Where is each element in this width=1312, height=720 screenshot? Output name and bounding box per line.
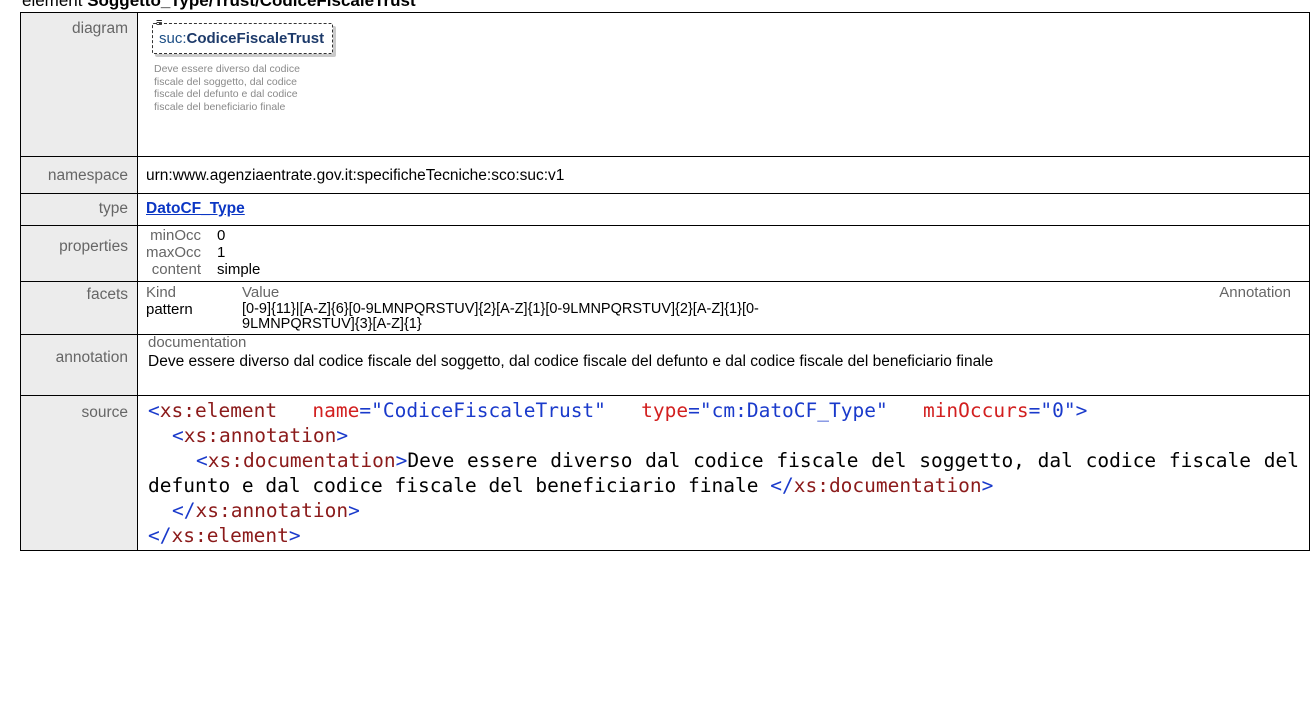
- diagram-documentation: Deve essere diverso dal codice fiscale d…: [154, 63, 324, 113]
- heading-prefix: element: [22, 0, 88, 10]
- source-attr-value: "cm:DatoCF_Type": [699, 399, 888, 422]
- property-row: minOcc 0: [146, 227, 260, 244]
- source-code: <xs:element name="CodiceFiscaleTrust" ty…: [138, 396, 1309, 550]
- namespace-value: urn:www.agenziaentrate.gov.it:specifiche…: [137, 156, 1310, 194]
- facets-header-annotation: Annotation: [1219, 284, 1291, 301]
- source-line: <xs:annotation>: [172, 424, 349, 447]
- source-row: source <xs:element name="CodiceFiscaleTr…: [20, 395, 1310, 551]
- facet-value-line: 9LMNPQRSTUV]{3}[A-Z]{1}: [242, 316, 422, 332]
- type-label: type: [20, 193, 138, 226]
- properties-label: properties: [20, 225, 138, 282]
- facet-value-line: [0-9]{11}|[A-Z]{6}[0-9LMNPQRSTUV]{2}[A-Z…: [242, 301, 759, 317]
- facet-kind: pattern: [146, 301, 193, 318]
- diagram-element-name: CodiceFiscaleTrust: [186, 30, 325, 47]
- diagram-doc-line: fiscale del beneficiario finale: [154, 100, 286, 113]
- source-tag: xs:documentation: [793, 474, 982, 497]
- property-value: 0: [217, 227, 226, 244]
- source-line: <xs:documentation>Deve essere diverso da…: [148, 449, 1299, 497]
- source-line: </xs:element>: [148, 524, 301, 547]
- source-tag: xs:annotation: [195, 499, 349, 522]
- property-key: content: [151, 261, 202, 278]
- type-row: type DatoCF_Type: [20, 193, 1310, 226]
- source-tag: xs:element: [159, 399, 278, 422]
- source-line: <xs:element name="CodiceFiscaleTrust" ty…: [148, 399, 1088, 422]
- property-key: minOcc: [150, 227, 202, 244]
- facets-label: facets: [20, 281, 138, 335]
- page-heading: element Soggetto_Type/Trust/CodiceFiscal…: [22, 0, 416, 11]
- heading-element-name: Soggetto_Type/Trust/CodiceFiscaleTrust: [87, 0, 416, 10]
- namespace-row: namespace urn:www.agenziaentrate.gov.it:…: [20, 156, 1310, 194]
- facets-header-kind: Kind: [146, 284, 177, 301]
- source-attr: type: [641, 399, 689, 422]
- annotation-label: annotation: [20, 334, 138, 396]
- source-tag: xs:annotation: [183, 424, 337, 447]
- property-value: 1: [217, 244, 226, 261]
- element-doc-table: diagram ≡ suc:CodiceFiscaleTrust Deve es…: [20, 12, 1310, 551]
- annotation-row: annotation documentation Deve essere div…: [20, 334, 1310, 396]
- source-tag: xs:element: [171, 524, 289, 547]
- namespace-label: namespace: [20, 156, 138, 194]
- source-attr: name: [312, 399, 360, 422]
- diagram-doc-line: fiscale del defunto e dal codice: [154, 88, 298, 100]
- source-attr: minOccurs: [922, 399, 1029, 422]
- diagram-label: diagram: [20, 12, 138, 157]
- element-content-icon: ≡: [156, 17, 163, 29]
- annotation-header: documentation: [148, 334, 247, 351]
- diagram-cell: ≡ suc:CodiceFiscaleTrust Deve essere div…: [137, 12, 1310, 157]
- facets-table: Kind Value Annotation pattern [0-9]{11}|…: [138, 282, 1309, 334]
- source-attr-value: "0": [1040, 399, 1076, 422]
- facets-header-value: Value: [242, 284, 280, 301]
- properties-table: minOcc 0 maxOcc 1 content simple: [146, 227, 260, 278]
- diagram-doc-line: fiscale del soggetto, dal codice: [154, 75, 298, 88]
- source-label: source: [20, 395, 138, 551]
- annotation-text: Deve essere diverso dal codice fiscale d…: [148, 353, 994, 370]
- property-row: content simple: [146, 261, 261, 278]
- facets-row: facets Kind Value Annotation pattern [0-…: [20, 281, 1310, 335]
- source-tag: xs:documentation: [207, 449, 396, 472]
- source-line: </xs:annotation>: [172, 499, 360, 522]
- diagram-row: diagram ≡ suc:CodiceFiscaleTrust Deve es…: [20, 12, 1310, 157]
- diagram-doc-line: Deve essere diverso dal codice: [154, 63, 300, 75]
- type-link[interactable]: DatoCF_Type: [146, 200, 245, 217]
- property-value: simple: [217, 261, 261, 278]
- diagram-element-prefix: suc:: [159, 30, 187, 47]
- properties-row: properties minOcc 0 maxOcc 1 content sim…: [20, 225, 1310, 282]
- element-diagram-box[interactable]: ≡ suc:CodiceFiscaleTrust: [152, 18, 334, 54]
- property-row: maxOcc 1: [146, 244, 260, 261]
- property-key: maxOcc: [146, 244, 202, 261]
- source-attr-value: "CodiceFiscaleTrust": [371, 399, 606, 422]
